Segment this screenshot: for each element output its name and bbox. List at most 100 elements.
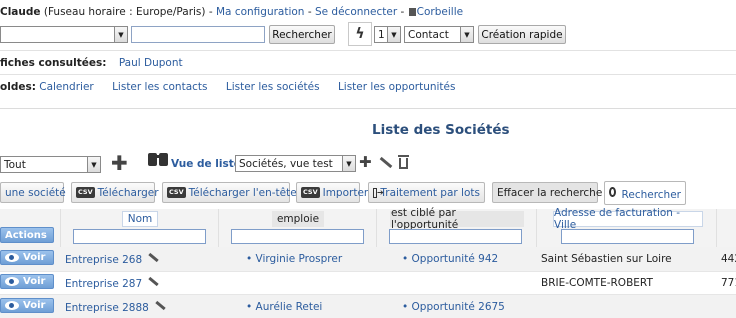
my-config-link[interactable]: Ma configuration <box>216 6 304 18</box>
clear-search-label: Effacer la recherche <box>497 186 603 199</box>
column-header-opportunite[interactable]: est ciblé par l'opportunité <box>390 207 524 231</box>
shortcut-opportunities[interactable]: Lister les opportunités <box>338 81 456 93</box>
recent-item[interactable]: Paul Dupont <box>119 57 183 69</box>
search-button[interactable]: Rechercher <box>269 25 335 44</box>
shortcuts-bar: oldes: Calendrier Lister les contacts Li… <box>0 81 455 93</box>
view-label: Vue de liste <box>171 158 241 170</box>
eye-icon <box>5 277 19 286</box>
download-label: Télécharger <box>97 186 159 199</box>
view-value: Sociétés, vue test <box>239 157 333 170</box>
trash-link[interactable]: Corbeille <box>417 6 463 18</box>
separator: - <box>307 6 312 18</box>
count-value: 1 <box>378 28 385 41</box>
company-name-link[interactable]: Entreprise 287 <box>65 276 159 290</box>
employee-link[interactable]: • Virginie Prosprer <box>246 253 342 265</box>
recent-label: fiches consultées: <box>0 57 107 69</box>
view-button[interactable]: Voir <box>0 298 54 313</box>
opportunity-name: Opportunité 942 <box>411 253 499 265</box>
eye-icon <box>5 301 19 310</box>
trash-icon[interactable] <box>398 155 409 169</box>
view-label-text: Voir <box>23 300 46 311</box>
import-label: Importer <box>322 186 369 199</box>
chevron-down-icon: ▼ <box>342 156 355 171</box>
batch-icon: ➔ <box>373 187 384 198</box>
module-select[interactable]: ▼ <box>0 26 128 43</box>
import-button[interactable]: CSV Importer <box>296 182 368 203</box>
global-search-input[interactable] <box>131 26 265 43</box>
chevron-down-icon: ▼ <box>114 27 127 42</box>
shortcuts-label: oldes: <box>0 81 36 93</box>
column-header-ville[interactable]: Adresse de facturation - Ville <box>553 207 703 231</box>
type-value: Contact <box>408 28 449 41</box>
clear-search-button[interactable]: Effacer la recherche <box>492 182 602 203</box>
plus-icon[interactable]: ✚ <box>111 151 128 175</box>
filter-input-emploie[interactable] <box>231 229 364 244</box>
lightning-icon[interactable]: ϟ <box>348 22 372 46</box>
pencil-icon[interactable] <box>148 252 159 262</box>
filter-select[interactable]: Tout ▼ <box>0 156 101 173</box>
shortcut-contacts[interactable]: Lister les contacts <box>112 81 207 93</box>
logout-link[interactable]: Se déconnecter <box>315 6 397 18</box>
new-company-button[interactable]: une société <box>0 182 66 203</box>
new-company-label: une société <box>5 186 66 199</box>
search-filter-button[interactable]: Rechercher <box>604 181 686 205</box>
timezone-label: (Fuseau horaire : Europe/Paris) <box>43 6 206 18</box>
company-name-link[interactable]: Entreprise 268 <box>65 252 159 266</box>
page-title: Liste des Sociétés <box>372 122 510 138</box>
chevron-down-icon: ▼ <box>460 27 473 42</box>
separator: - <box>208 6 213 18</box>
pencil-icon[interactable] <box>379 156 393 169</box>
view-label-text: Voir <box>23 276 46 287</box>
opportunity-link[interactable]: • Opportunité 2675 <box>402 301 505 313</box>
employee-name: Virginie Prosprer <box>255 253 343 265</box>
magnifier-icon <box>609 187 616 197</box>
company-name-link[interactable]: Entreprise 2888 <box>65 300 166 314</box>
shortcut-companies[interactable]: Lister les sociétés <box>226 81 320 93</box>
count-select[interactable]: 1 ▼ <box>374 26 401 43</box>
company-name: Entreprise 2888 <box>65 302 149 314</box>
opportunity-link[interactable]: • Opportunité 942 <box>402 253 498 265</box>
actions-header[interactable]: Actions <box>0 227 54 243</box>
header-bar: Claude (Fuseau horaire : Europe/Paris) -… <box>0 6 463 18</box>
plus-icon[interactable]: ✚ <box>359 152 372 172</box>
trash-icon <box>408 8 416 16</box>
extra-column-value: 771 <box>721 277 736 289</box>
pencil-icon[interactable] <box>148 276 159 286</box>
pencil-icon[interactable] <box>155 300 166 310</box>
user-name: Claude <box>0 6 41 18</box>
binoculars-icon[interactable] <box>148 150 170 166</box>
quick-create-button[interactable]: Création rapide <box>478 25 566 44</box>
view-button[interactable]: Voir <box>0 274 54 289</box>
divider <box>0 50 736 51</box>
view-label-text: Voir <box>23 252 46 263</box>
bullet-icon: • <box>402 301 409 313</box>
bullet-icon: • <box>246 301 253 313</box>
bullet-icon: • <box>402 253 409 265</box>
filter-value: Tout <box>4 158 26 171</box>
chevron-down-icon: ▼ <box>87 157 100 172</box>
download-header-button[interactable]: CSV Télécharger l'en-tête <box>162 182 297 203</box>
batch-button[interactable]: ➔ Traitement par lots <box>368 182 485 203</box>
billing-city: BRIE-COMTE-ROBERT <box>541 277 653 289</box>
search-filter-label: Rechercher <box>621 189 681 201</box>
download-button[interactable]: CSV Télécharger <box>71 182 159 203</box>
employee-link[interactable]: • Aurélie Retei <box>246 301 322 313</box>
download-header-label: Télécharger l'en-tête <box>188 186 297 199</box>
chevron-down-icon: ▼ <box>387 27 400 42</box>
shortcut-calendar[interactable]: Calendrier <box>39 81 93 93</box>
bullet-icon: • <box>246 253 253 265</box>
view-button[interactable]: Voir <box>0 250 54 265</box>
company-name: Entreprise 268 <box>65 254 143 266</box>
extra-column-value: 442 <box>721 253 736 265</box>
view-select[interactable]: Sociétés, vue test ▼ <box>235 155 356 172</box>
column-header-nom[interactable]: Nom <box>122 211 158 227</box>
batch-label: Traitement par lots <box>380 186 480 199</box>
separator: - <box>400 6 405 18</box>
filter-input-ville[interactable] <box>561 229 694 244</box>
filter-input-opportunite[interactable] <box>389 229 522 244</box>
type-select[interactable]: Contact ▼ <box>404 26 474 43</box>
eye-icon <box>5 253 19 262</box>
divider <box>0 108 736 109</box>
filter-input-nom[interactable] <box>73 229 206 244</box>
column-header-emploie[interactable]: emploie <box>272 211 324 227</box>
